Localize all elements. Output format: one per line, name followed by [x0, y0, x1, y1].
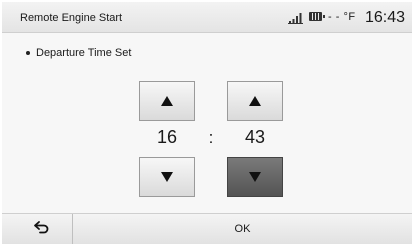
minute-down-button[interactable]	[227, 157, 283, 197]
signal-strength-icon	[288, 11, 304, 24]
time-separator: :	[208, 128, 214, 147]
time-picker: 16 : 43	[134, 81, 288, 197]
ok-button-label: OK	[234, 223, 251, 235]
hour-up-button[interactable]	[139, 81, 195, 121]
footer-bar: OK	[2, 213, 412, 244]
screen-title: Remote Engine Start	[20, 12, 123, 24]
hour-value: 16	[156, 127, 178, 147]
clock: 16:43	[365, 9, 406, 26]
arrow-up-icon	[249, 96, 261, 106]
hour-down-button[interactable]	[139, 157, 195, 197]
arrow-down-icon	[249, 172, 261, 182]
minute-value: 43	[244, 127, 266, 147]
battery-icon	[309, 12, 325, 21]
departure-time-label-row: Departure Time Set	[26, 47, 131, 59]
departure-time-label: Departure Time Set	[36, 47, 132, 59]
minute-up-button[interactable]	[227, 81, 283, 121]
remote-engine-start-screen: Remote Engine Start - - °F 16:43 Departu…	[2, 2, 412, 244]
back-button[interactable]	[12, 214, 73, 244]
back-arrow-icon	[33, 220, 51, 239]
outside-temperature: - - °F	[328, 11, 356, 23]
bullet-icon	[26, 51, 30, 56]
arrow-up-icon	[161, 96, 173, 106]
header-bar: Remote Engine Start - - °F 16:43	[2, 2, 412, 33]
arrow-down-icon	[161, 172, 173, 182]
ok-button[interactable]: OK	[73, 214, 412, 244]
